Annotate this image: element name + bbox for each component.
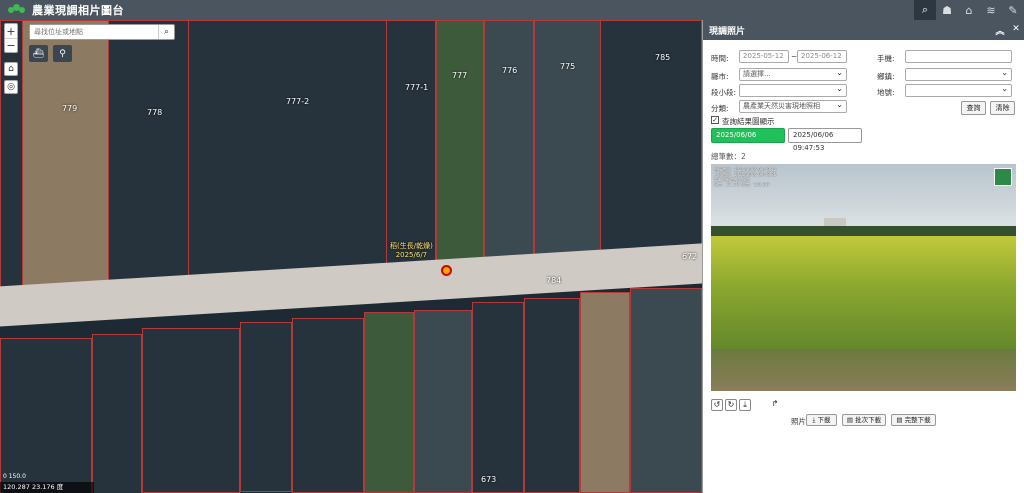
- full-download-label: 完整下載: [904, 416, 931, 424]
- section-select[interactable]: [739, 83, 847, 97]
- time-label: 時間:: [711, 54, 729, 63]
- field-parcel: [188, 20, 388, 290]
- top-bar: 農業現調相片圖台 ⌕ ☗ ⌂ ≋ ✎: [0, 0, 1024, 20]
- field-parcel: [386, 20, 436, 275]
- survey-photo-panel: 現調照片 ︽ ✕ 時間: 2025-05-12 ~ 2025-06-12 手機:…: [702, 20, 1024, 493]
- landno-select[interactable]: [905, 83, 1012, 97]
- graduation-cap-icon[interactable]: ⌂: [958, 0, 980, 20]
- query-button[interactable]: 查詢: [961, 101, 986, 115]
- category-label: 分類:: [711, 104, 729, 113]
- township-select[interactable]: [905, 67, 1012, 81]
- section-label: 段小段:: [711, 88, 737, 97]
- map-search-box: ⌕: [29, 24, 175, 40]
- parcel-label: 776: [502, 66, 518, 75]
- field-parcel: [142, 328, 240, 493]
- full-download-button[interactable]: ▤ 完整下載: [891, 414, 936, 426]
- download-button[interactable]: ⤓ 下載: [806, 414, 837, 426]
- field-parcel: [364, 312, 414, 493]
- app-logo-icon: [8, 3, 28, 17]
- layers-icon[interactable]: ≋: [980, 0, 1002, 20]
- photo-stamp: 拍攝時間：2025/06/06 09:48:12 上傳時間：2025/06/06…: [714, 167, 776, 187]
- parcel-label: 785: [655, 53, 671, 62]
- rotate-left-icon[interactable]: ↺: [711, 399, 723, 411]
- map-search-input[interactable]: [30, 25, 158, 39]
- toolbar: ⌕ ☗ ⌂ ≋ ✎: [914, 0, 1024, 20]
- users-icon[interactable]: ☗: [936, 0, 958, 20]
- date-from-input[interactable]: 2025-05-12: [739, 50, 789, 63]
- field-parcel: [524, 298, 580, 493]
- marker-label-line: 2025/6/7: [395, 251, 428, 259]
- app-title: 農業現調相片圖台: [32, 4, 124, 17]
- parcel-label: 673: [481, 475, 497, 484]
- parcel-label: 777-1: [405, 83, 429, 92]
- county-label: 縣市:: [711, 72, 729, 81]
- field-parcel: [0, 338, 92, 493]
- photo-watermark-logo: [994, 168, 1012, 186]
- field-parcel: [580, 292, 630, 493]
- time-chip-selected[interactable]: 2025/06/06 09:48:12: [711, 128, 785, 152]
- download-icon[interactable]: ⤓: [739, 399, 751, 411]
- parcel-label: 777-2: [286, 97, 310, 106]
- landno-label: 地號:: [877, 88, 895, 97]
- show-results-checkbox[interactable]: ✓: [711, 116, 719, 124]
- field-parcel: [240, 322, 292, 492]
- parcel-label: 778: [147, 108, 163, 117]
- photo-location-marker[interactable]: [441, 265, 452, 276]
- share-icon[interactable]: ↱: [769, 399, 781, 411]
- rotate-right-icon[interactable]: ↻: [725, 399, 737, 411]
- parcel-label: 775: [560, 62, 576, 71]
- panel-header: 現調照片 ︽ ✕: [703, 20, 1024, 40]
- zoom-out-button[interactable]: −: [5, 38, 17, 52]
- search-icon[interactable]: ⌕: [158, 25, 174, 39]
- field-parcel: [92, 334, 142, 493]
- photo-ground: [711, 349, 1016, 391]
- parcel-label: 777: [452, 71, 468, 80]
- field-parcel: [436, 20, 484, 265]
- marker-label-line: 稻(生長/乾燥): [390, 242, 433, 250]
- show-results-label: 查詢結果圖顯示: [722, 117, 775, 126]
- field-parcel: [292, 318, 364, 493]
- locate-button[interactable]: ◎: [4, 80, 18, 94]
- zoom-in-button[interactable]: +: [5, 24, 17, 38]
- close-icon[interactable]: ✕: [1008, 24, 1024, 37]
- batch-download-label: 批次下載: [855, 416, 882, 424]
- batch-download-button[interactable]: ▤ 批次下載: [842, 414, 886, 426]
- time-chip[interactable]: 2025/06/06 09:47:53: [788, 128, 862, 152]
- parcel-label: 784: [546, 276, 562, 285]
- coordinate-readout: 120.287 23.176 度: [0, 482, 94, 493]
- parcel-label: 779: [62, 104, 78, 113]
- phone-label: 手機:: [877, 54, 895, 63]
- map-view[interactable]: 779 778 777-2 777-1 777 776 775 785 784 …: [0, 20, 702, 493]
- county-select[interactable]: 請選擇...: [739, 67, 847, 81]
- field-parcel: [630, 288, 702, 493]
- panel-title: 現調照片: [709, 26, 746, 37]
- collapse-icon[interactable]: ︽: [992, 24, 1008, 37]
- township-label: 鄉鎮:: [877, 72, 895, 81]
- field-parcel: [484, 20, 534, 260]
- total-count: 總筆數：2: [711, 152, 746, 161]
- stamp-line: 緯度：23.176 經度：120.287: [714, 182, 770, 187]
- home-button[interactable]: ⌂: [4, 62, 18, 76]
- date-to-input[interactable]: 2025-06-12: [797, 50, 847, 63]
- survey-photo[interactable]: 拍攝時間：2025/06/06 09:48:12 上傳時間：2025/06/06…: [711, 164, 1016, 391]
- boat-icon[interactable]: ⛴: [29, 45, 48, 62]
- map-scale: 0 150.0: [3, 473, 26, 480]
- clear-button[interactable]: 清除: [990, 101, 1015, 115]
- phone-input[interactable]: [905, 50, 1012, 63]
- parcel-label: 672: [682, 252, 698, 261]
- field-parcel: [600, 20, 702, 252]
- photo-crop: [711, 236, 1016, 366]
- field-parcel: [472, 302, 524, 493]
- photo-search-icon[interactable]: ⌕: [914, 0, 936, 20]
- zoom-control: + −: [4, 23, 18, 53]
- category-select[interactable]: 農產業天然災害現地照相: [739, 99, 847, 113]
- hydrant-icon[interactable]: ⚲: [53, 45, 72, 62]
- marker-label: 稻(生長/乾燥) 2025/6/7: [390, 242, 433, 260]
- photo-label: 照片: [791, 417, 806, 426]
- ruler-icon[interactable]: ✎: [1002, 0, 1024, 20]
- download-button-label: 下載: [817, 416, 831, 424]
- field-parcel: [414, 310, 472, 493]
